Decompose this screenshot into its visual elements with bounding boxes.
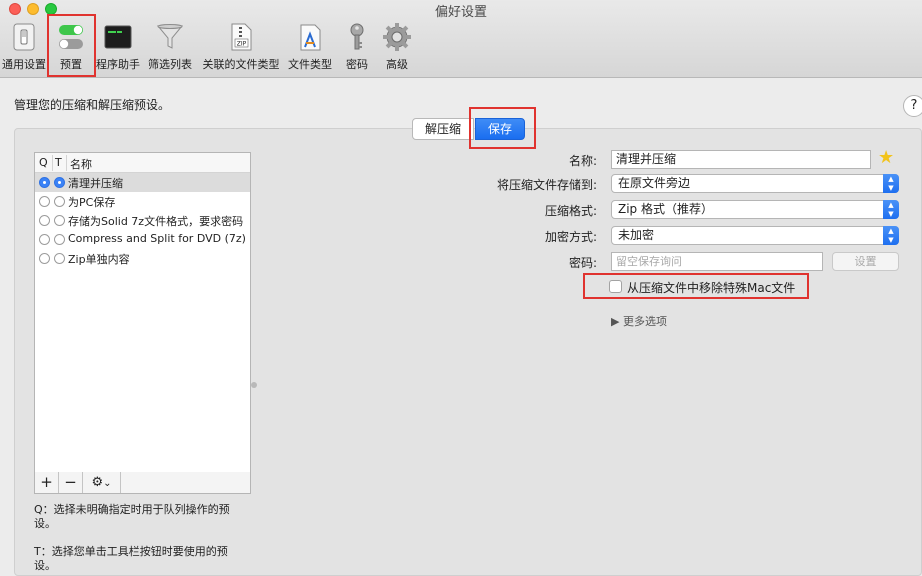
column-name[interactable]: 名称 xyxy=(70,156,92,172)
format-label: 压缩格式: xyxy=(544,204,597,218)
toolbar-radio[interactable] xyxy=(54,253,65,264)
save-tab-highlight xyxy=(469,107,536,149)
toolbar-helper[interactable]: 程序助手 xyxy=(94,20,142,72)
toolbar-associated-file-types[interactable]: ZIP 关联的文件类型 xyxy=(199,20,283,72)
toolbar-radio[interactable] xyxy=(54,215,65,226)
switch-icon xyxy=(13,23,35,51)
app-document-icon xyxy=(300,24,321,51)
list-item[interactable]: 为PC保存 xyxy=(35,192,250,211)
funnel-icon xyxy=(156,24,184,49)
gear-icon xyxy=(383,23,411,51)
star-icon[interactable]: ★ xyxy=(878,147,894,168)
queue-radio[interactable] xyxy=(39,215,50,226)
svg-text:ZIP: ZIP xyxy=(237,41,247,48)
queue-radio[interactable] xyxy=(39,196,50,207)
queue-radio[interactable] xyxy=(39,253,50,264)
updown-arrows-icon: ▲ ▼ xyxy=(883,226,899,245)
preset-list[interactable]: Q T 名称 清理并压缩 为PC保存 存储为Solid 7z文件格式，要求密码 … xyxy=(34,152,251,473)
set-password-button[interactable]: 设置 xyxy=(832,252,899,271)
list-item[interactable]: Compress and Split for DVD (7z) xyxy=(35,230,250,249)
preset-actions-menu[interactable]: ⚙⌄ xyxy=(83,472,121,493)
encryption-popup[interactable]: 未加密 ▲ ▼ xyxy=(611,226,899,245)
window-title: 偏好设置 xyxy=(434,5,487,20)
more-options-disclosure[interactable]: ▶ 更多选项 xyxy=(611,313,667,329)
queue-note: Q：选择未明确指定时用于队列操作的预设。 xyxy=(34,503,230,530)
remove-mac-files-highlight xyxy=(583,273,809,299)
toolbar-radio[interactable] xyxy=(54,234,65,245)
queue-radio[interactable] xyxy=(39,177,50,188)
toolbar-password[interactable]: 密码 xyxy=(338,20,376,72)
toolbar-filter-list[interactable]: 筛选列表 xyxy=(146,20,194,72)
list-item[interactable]: Zip单独内容 xyxy=(35,249,250,268)
help-button[interactable]: ? xyxy=(903,95,922,117)
store-label: 将压缩文件存储到: xyxy=(496,178,597,192)
toolbar-general[interactable]: 通用设置 xyxy=(0,20,48,72)
store-location-popup[interactable]: 在原文件旁边 ▲ ▼ xyxy=(611,174,899,193)
list-actions-bar: + − ⚙⌄ xyxy=(34,472,251,494)
updown-arrows-icon: ▲ ▼ xyxy=(883,174,899,193)
toolbar-note: T：选择您单击工具栏按钮时要使用的预设。 xyxy=(34,545,228,572)
list-header: Q T 名称 xyxy=(35,153,250,173)
terminal-icon xyxy=(104,25,132,49)
queue-radio[interactable] xyxy=(39,234,50,245)
toolbar-advanced[interactable]: 高级 xyxy=(378,20,416,72)
remove-preset-button[interactable]: − xyxy=(59,472,83,493)
gear-icon: ⚙ xyxy=(91,475,104,490)
compression-format-popup[interactable]: Zip 格式（推荐） ▲ ▼ xyxy=(611,200,899,219)
tab-decompress[interactable]: 解压缩 xyxy=(412,118,474,140)
split-view-handle[interactable] xyxy=(251,382,257,388)
password-label: 密码: xyxy=(568,256,597,270)
column-t[interactable]: T xyxy=(55,156,62,169)
encryption-label: 加密方式: xyxy=(544,230,597,244)
toolbar-file-types[interactable]: 文件类型 xyxy=(286,20,334,72)
toolbar-radio[interactable] xyxy=(54,196,65,207)
chevron-down-icon: ⌄ xyxy=(103,478,112,489)
list-item[interactable]: 存储为Solid 7z文件格式，要求密码 xyxy=(35,211,250,230)
preset-name-field[interactable]: 清理并压缩 xyxy=(611,150,871,169)
add-preset-button[interactable]: + xyxy=(35,472,59,493)
column-q[interactable]: Q xyxy=(39,156,48,169)
presets-highlight xyxy=(47,14,96,77)
name-label: 名称: xyxy=(568,154,597,168)
toolbar: 偏好设置 通用设置 预置 程序助手 筛选列表 ZIP 关联的文件类型 文件类型 … xyxy=(0,0,922,78)
zip-file-icon: ZIP xyxy=(231,23,252,51)
toolbar-radio[interactable] xyxy=(54,177,65,188)
password-field[interactable]: 留空保存询问 xyxy=(611,252,823,271)
key-icon xyxy=(350,23,364,50)
list-item[interactable]: 清理并压缩 xyxy=(35,173,250,192)
page-description: 管理您的压缩和解压缩预设。 xyxy=(14,98,171,112)
updown-arrows-icon: ▲ ▼ xyxy=(883,200,899,219)
